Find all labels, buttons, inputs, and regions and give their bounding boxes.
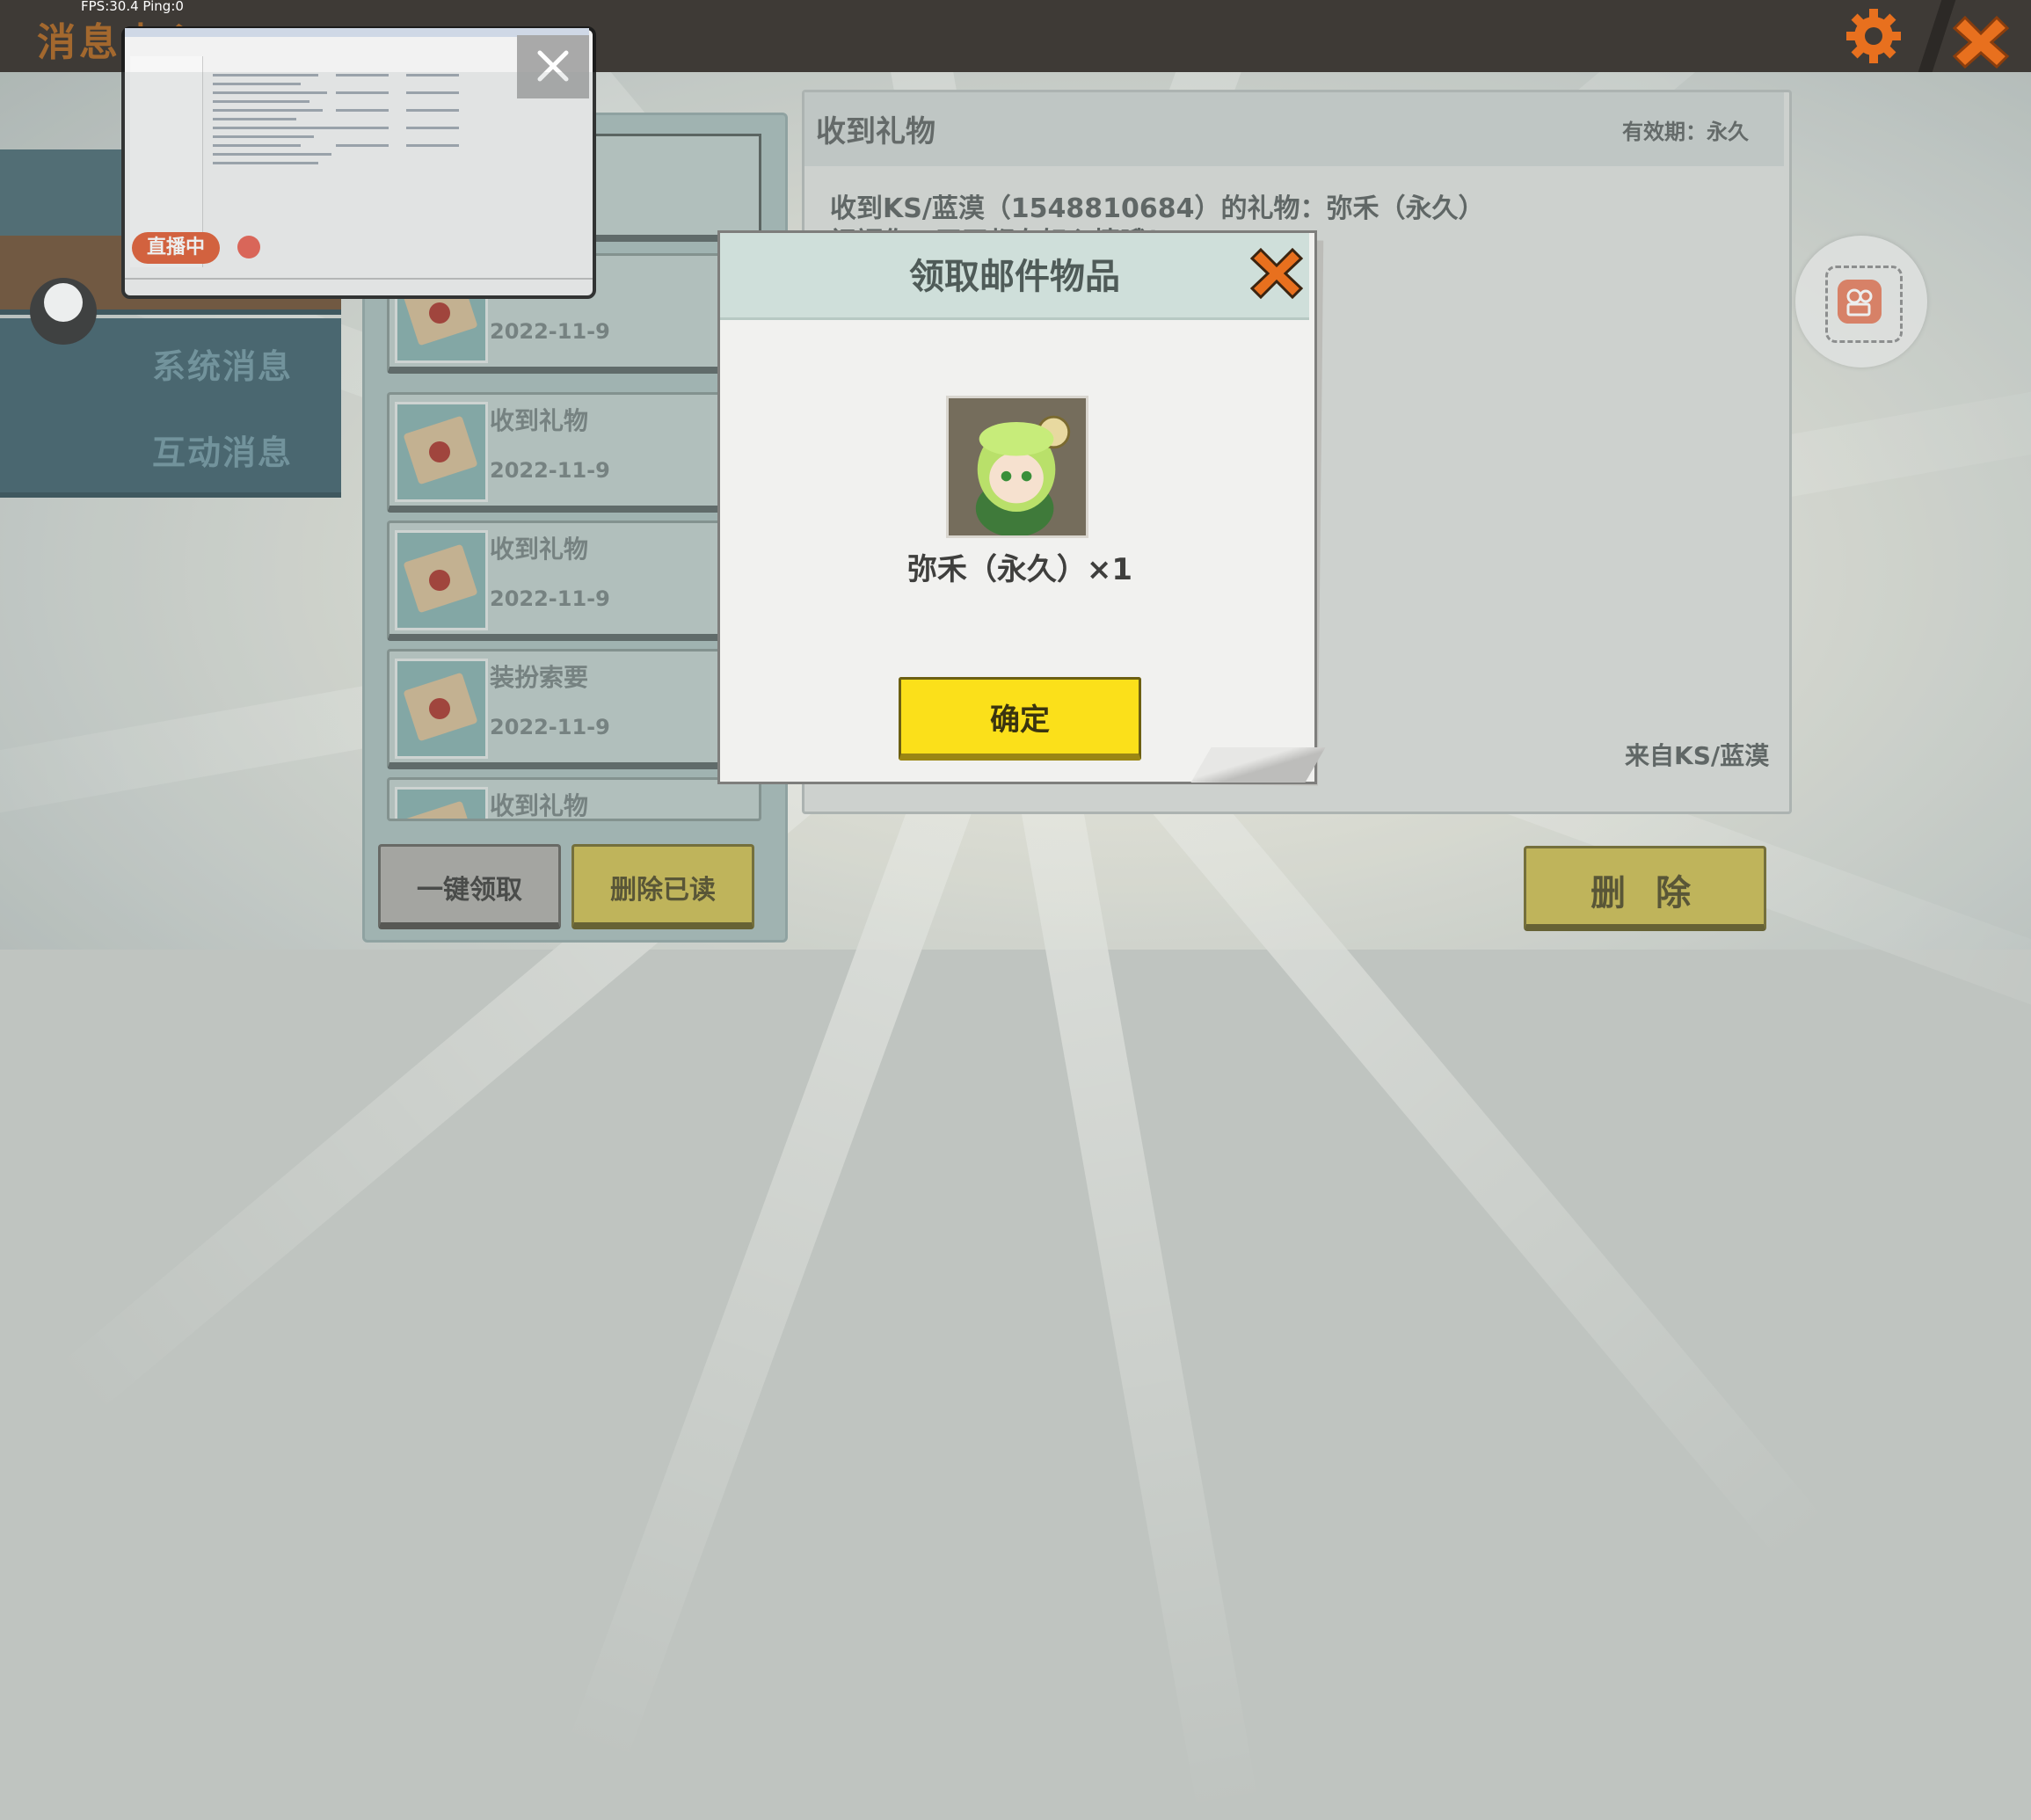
confirm-label: 确定	[990, 703, 1050, 738]
character-avatar	[946, 396, 1088, 538]
gear-icon[interactable]	[1843, 5, 1904, 67]
dialog-close-icon[interactable]	[1248, 244, 1305, 301]
page-curl	[1190, 747, 1326, 783]
dialog-title: 领取邮件物品	[909, 257, 1120, 297]
confirm-button[interactable]: 确定	[899, 677, 1141, 761]
close-icon[interactable]	[1939, 5, 2023, 72]
item-name: 弥禾（永久）×1	[906, 552, 1133, 587]
fps-readout: FPS:30.4 Ping:0	[81, 0, 184, 14]
